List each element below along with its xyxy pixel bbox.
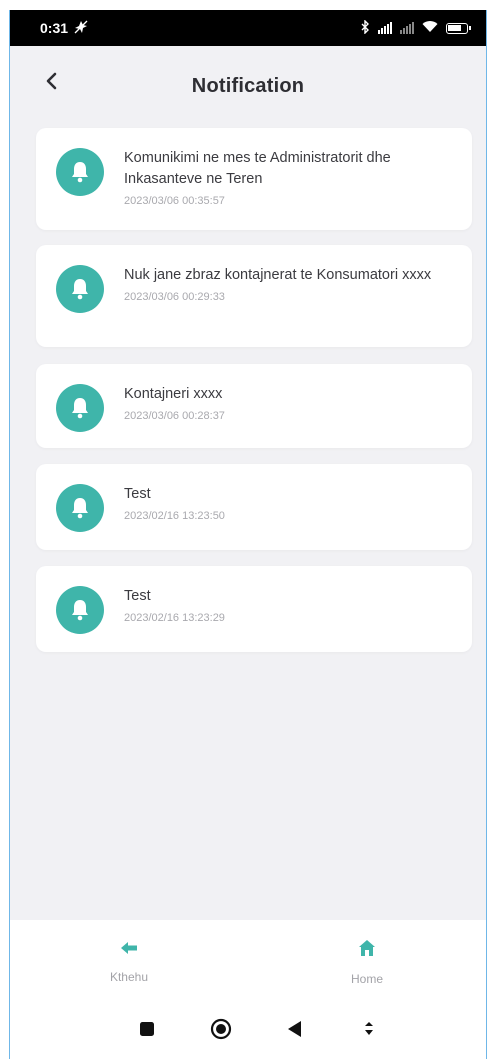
recents-button[interactable] — [132, 1017, 162, 1047]
notification-card[interactable]: Test 2023/02/16 13:23:29 — [36, 566, 472, 652]
bell-icon — [56, 484, 104, 532]
notification-content: Kontajneri xxxx 2023/03/06 00:28:37 — [124, 384, 454, 422]
phone-screen: 0:31 Notification Komunikimi ne mes te A… — [9, 10, 487, 1059]
notification-time: 2023/03/06 00:29:33 — [124, 291, 225, 303]
notification-time: 2023/03/06 00:35:57 — [124, 195, 225, 207]
bell-icon — [56, 384, 104, 432]
signal-2-icon — [400, 22, 414, 34]
wifi-icon — [422, 20, 438, 36]
status-bar: 0:31 — [10, 10, 486, 46]
page-title: Notification — [191, 74, 305, 97]
battery-icon — [446, 22, 471, 34]
nav-back-label: Kthehu — [109, 969, 149, 984]
chevrons-down-icon — [363, 1021, 375, 1042]
notification-content: Test 2023/02/16 13:23:50 — [124, 484, 454, 522]
app-header: Notification — [10, 46, 486, 126]
status-left: 0:31 — [40, 20, 88, 37]
status-time: 0:31 — [40, 20, 69, 36]
bell-icon — [56, 586, 104, 634]
system-nav-bar — [10, 1004, 486, 1059]
triangle-left-icon — [287, 1020, 303, 1043]
notification-title: Test — [124, 588, 151, 604]
fan-icon — [74, 20, 88, 37]
square-icon — [139, 1021, 155, 1042]
expand-nav-button[interactable] — [354, 1017, 384, 1047]
notification-title: Komunikimi ne mes te Administratorit dhe… — [124, 150, 391, 187]
home-system-button[interactable] — [206, 1017, 236, 1047]
bell-icon — [56, 265, 104, 313]
bluetooth-icon — [360, 18, 370, 37]
notification-screen: Notification Komunikimi ne mes te Admini… — [10, 46, 486, 920]
device-frame: 0:31 Notification Komunikimi ne mes te A… — [0, 0, 491, 1059]
nav-home-label: Home — [350, 971, 383, 986]
circle-icon — [210, 1018, 232, 1045]
bell-icon — [56, 148, 104, 196]
notification-title: Kontajneri xxxx — [124, 386, 223, 402]
signal-icon — [378, 22, 392, 34]
notification-title: Test — [124, 486, 151, 502]
notification-card[interactable]: Komunikimi ne mes te Administratorit dhe… — [36, 128, 472, 230]
arrow-left-icon — [120, 941, 138, 960]
notification-content: Nuk jane zbraz kontajnerat te Konsumator… — [124, 265, 454, 303]
notification-card[interactable]: Kontajneri xxxx 2023/03/06 00:28:37 — [36, 364, 472, 448]
notification-card[interactable]: Nuk jane zbraz kontajnerat te Konsumator… — [36, 245, 472, 347]
notification-title: Nuk jane zbraz kontajnerat te Konsumator… — [124, 267, 432, 283]
back-system-button[interactable] — [280, 1017, 310, 1047]
nav-back-button[interactable]: Kthehu — [69, 941, 189, 984]
back-button[interactable] — [36, 68, 66, 98]
bottom-nav: Kthehu Home — [10, 920, 486, 1004]
home-icon — [358, 939, 376, 962]
notification-time: 2023/02/16 13:23:50 — [124, 510, 225, 522]
chevron-left-icon — [44, 72, 58, 95]
nav-home-button[interactable]: Home — [307, 939, 427, 986]
notification-content: Test 2023/02/16 13:23:29 — [124, 586, 454, 624]
notification-card[interactable]: Test 2023/02/16 13:23:50 — [36, 464, 472, 550]
notification-content: Komunikimi ne mes te Administratorit dhe… — [124, 148, 454, 207]
notification-time: 2023/03/06 00:28:37 — [124, 410, 225, 422]
notification-time: 2023/02/16 13:23:29 — [124, 612, 225, 624]
status-right — [360, 18, 471, 37]
